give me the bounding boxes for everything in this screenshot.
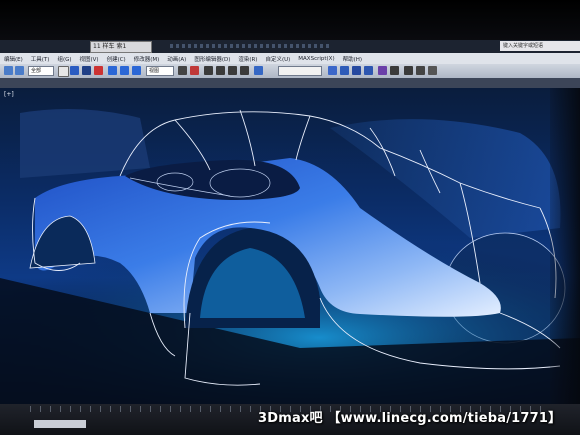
menu-item-customize[interactable]: 自定义(U) [261,55,294,63]
align-icon[interactable] [340,66,349,75]
perspective-viewport[interactable]: [+] [0,88,580,404]
pivot-icon[interactable] [178,66,187,75]
menu-item-help[interactable]: 帮助(H) [339,55,366,63]
move-icon[interactable] [108,66,117,75]
material-editor-icon[interactable] [390,66,399,75]
scale-icon[interactable] [132,66,141,75]
named-selection-sets-input[interactable] [278,66,322,76]
reference-coordinate-dropdown[interactable]: 视图 [146,66,174,76]
percent-snap-icon[interactable] [228,66,237,75]
maxscript-listener-input[interactable] [34,420,86,428]
render-production-icon[interactable] [428,66,437,75]
menu-bar: 编辑(E) 工具(T) 组(G) 视图(V) 创建(C) 修改器(M) 动画(A… [0,53,580,64]
select-by-name-icon[interactable] [70,66,79,75]
rectangular-selection-icon[interactable] [82,66,91,75]
menu-item-edit[interactable]: 编辑(E) [0,55,27,63]
photographed-monitor: 11 样车 索1 键入关键字或短语 编辑(E) 工具(T) 组(G) 视图(V)… [0,0,580,435]
menu-item-create[interactable]: 创建(C) [103,55,130,63]
schematic-view-icon[interactable] [378,66,387,75]
menu-item-tools[interactable]: 工具(T) [27,55,54,63]
title-bar-info [170,44,330,48]
monitor-bezel [0,0,580,40]
rotate-icon[interactable] [120,66,129,75]
undo-icon[interactable] [4,66,13,75]
viewport-label[interactable]: [+] [4,91,14,98]
background-car-left [20,109,150,178]
select-object-icon[interactable] [58,66,69,77]
named-selection-icon[interactable] [254,66,263,75]
redo-icon[interactable] [15,66,24,75]
menu-item-graph-editors[interactable]: 图形编辑器(D) [190,55,234,63]
mirror-icon[interactable] [328,66,337,75]
spinner-snap-icon[interactable] [240,66,249,75]
menu-item-rendering[interactable]: 渲染(R) [234,55,261,63]
render-setup-icon[interactable] [404,66,413,75]
curve-editor-icon[interactable] [364,66,373,75]
layer-manager-icon[interactable] [352,66,361,75]
window-crossing-icon[interactable] [94,66,103,75]
snaps-toggle-icon[interactable] [204,66,213,75]
menu-item-views[interactable]: 视图(V) [76,55,103,63]
menu-item-maxscript[interactable]: MAXScript(X) [294,56,338,62]
ribbon-tabs [0,78,580,88]
menu-item-group[interactable]: 组(G) [53,55,75,63]
document-tab[interactable]: 11 样车 索1 [90,41,152,53]
title-bar: 11 样车 索1 键入关键字或短语 [0,40,580,54]
help-search-input[interactable]: 键入关键字或短语 [500,41,580,51]
main-toolbar: 全部 视图 [0,64,580,79]
angle-snap-icon[interactable] [216,66,225,75]
watermark-text: 3Dmax吧 【www.linecg.com/tieba/1771】 [258,411,562,426]
rendered-frame-window-icon[interactable] [416,66,425,75]
selection-filter-dropdown[interactable]: 全部 [28,66,54,76]
menu-item-animation[interactable]: 动画(A) [163,55,190,63]
command-panel [550,88,580,404]
car-model-render [0,109,580,404]
select-manipulate-icon[interactable] [190,66,199,75]
menu-item-modifiers[interactable]: 修改器(M) [130,55,164,63]
